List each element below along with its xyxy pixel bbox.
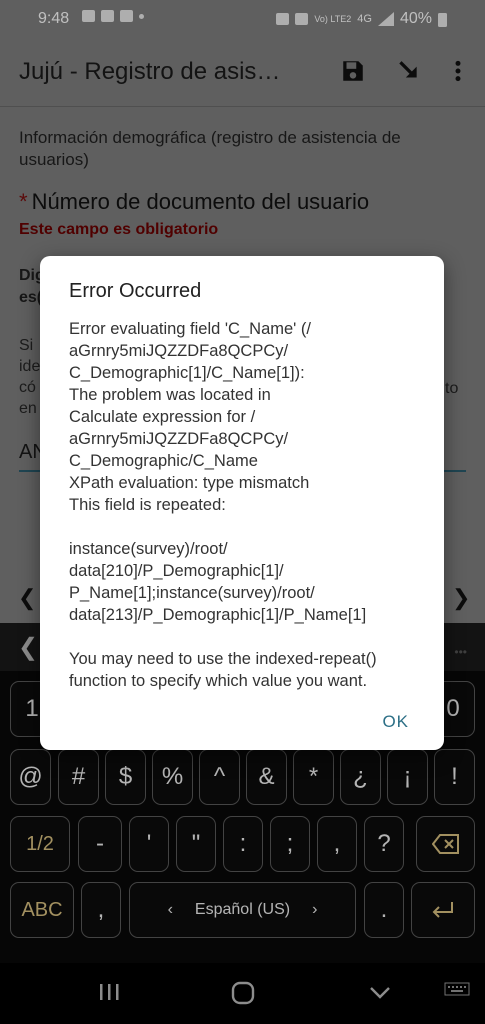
- dialog-title: Error Occurred: [69, 280, 202, 302]
- screen: 9:48 Vo) LTE2 4G 40% Jujú - Registro de …: [0, 0, 485, 1024]
- dialog-message: Error evaluating field 'C_Name' (/ aGrnr…: [69, 320, 377, 690]
- ok-button[interactable]: OK: [382, 712, 409, 732]
- error-dialog: Error Occurred Error evaluating field 'C…: [40, 256, 444, 750]
